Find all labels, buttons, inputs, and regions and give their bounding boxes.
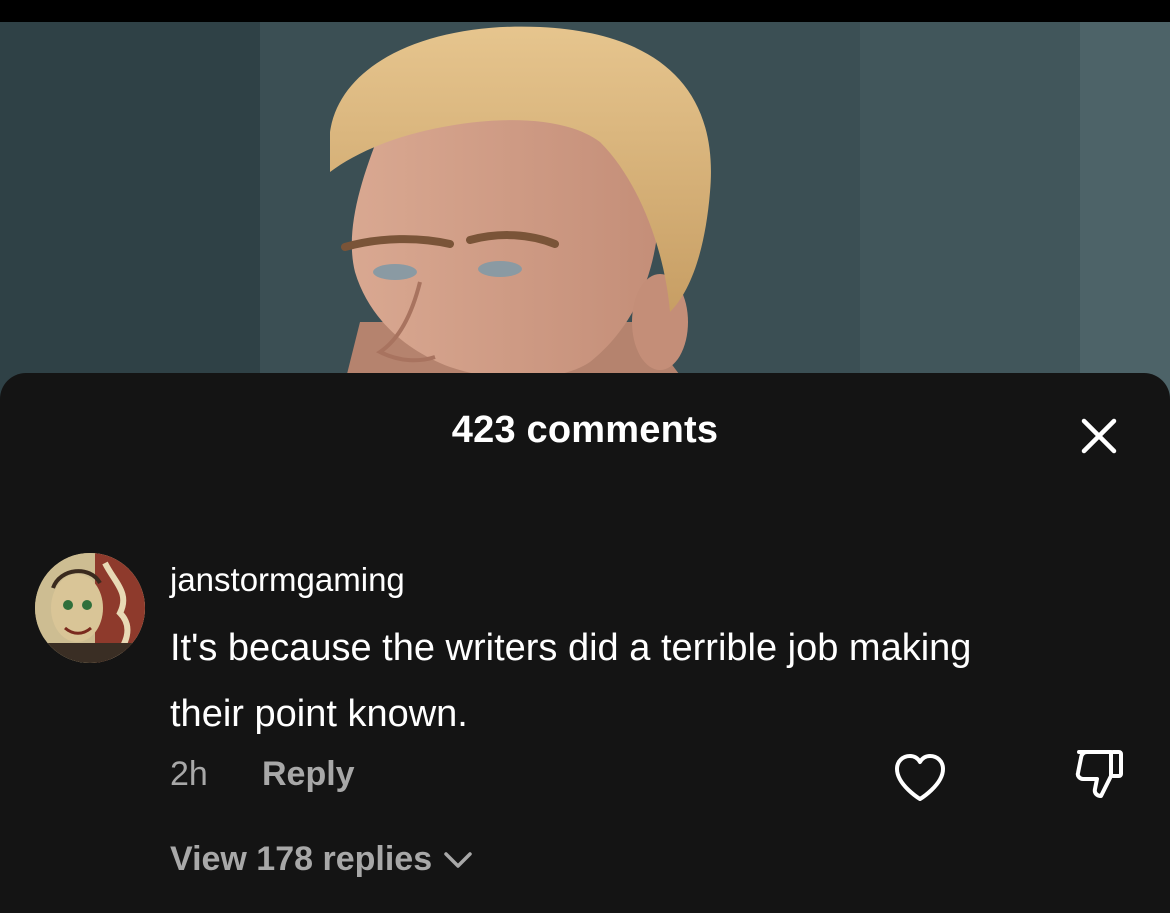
- video-frame-image: [0, 22, 1170, 402]
- view-replies-label: View 178 replies: [170, 840, 433, 878]
- app-screen: 423 comments janstormgaming It's because…: [0, 0, 1170, 913]
- avatar[interactable]: [35, 553, 145, 663]
- view-replies-button[interactable]: View 178 replies: [170, 840, 474, 879]
- heart-icon[interactable]: [893, 753, 947, 803]
- comment-text: It's because the writers did a terrible …: [170, 627, 972, 735]
- close-icon[interactable]: [1078, 415, 1120, 457]
- reply-button[interactable]: Reply: [262, 755, 355, 794]
- comments-count-title: 423 comments: [451, 409, 719, 451]
- comments-sheet: 423 comments janstormgaming It's because…: [0, 373, 1170, 913]
- comment-item: janstormgaming It's because the writers …: [0, 553, 1170, 893]
- video-preview[interactable]: [0, 22, 1170, 402]
- comment-username[interactable]: janstormgaming: [170, 561, 405, 599]
- chevron-down-icon: [444, 851, 472, 868]
- comment-timestamp: 2h: [170, 755, 208, 793]
- thumbs-down-icon[interactable]: [1073, 746, 1125, 802]
